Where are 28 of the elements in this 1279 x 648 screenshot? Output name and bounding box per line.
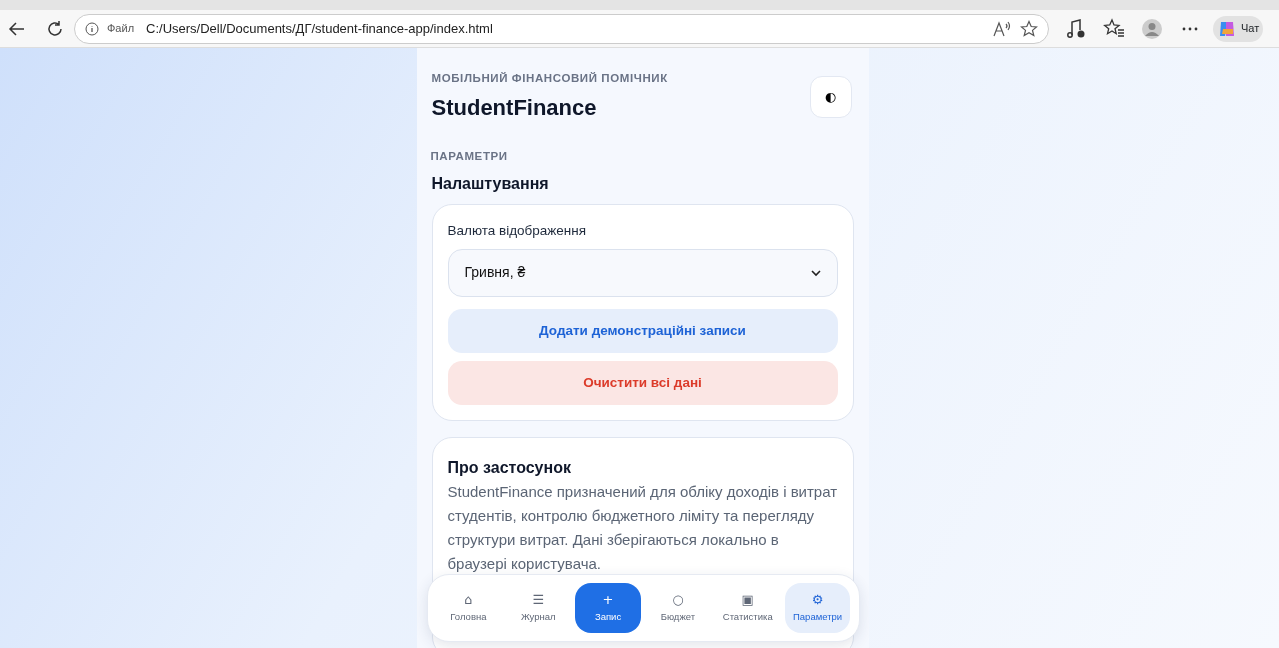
nav-tab[interactable]: ⌂ Головна bbox=[435, 583, 502, 633]
theme-toggle-button[interactable]: ◐ bbox=[809, 76, 852, 119]
field-label: Валюта відображення bbox=[447, 221, 588, 240]
demo-data-button[interactable]: Додати демонстраційні записи bbox=[447, 308, 838, 353]
url-text: C:/Users/Dell/Documents/ДГ/student-finance-app/index.html bbox=[146, 19, 493, 38]
site-label: Файл bbox=[107, 21, 135, 37]
clear-data-button[interactable]: Очистити всі дані bbox=[447, 360, 838, 405]
currency-select[interactable]: Гривня, ₴ bbox=[447, 248, 838, 297]
section-label: ПАРАМЕТРИ bbox=[430, 149, 509, 165]
address-bar[interactable]: Файл C:/Users/Dell/Documents/ДГ/student-finance-app/index.html bbox=[74, 13, 1049, 44]
nav-tab[interactable]: ☰ Журнал bbox=[505, 583, 572, 633]
section-title: Налаштування bbox=[431, 173, 550, 194]
about-text: StudentFinance призначений для обліку доходів і витрат студентів, контролю бюджетного ліміту та перегляду структури витрат. Дані зберігаються локально в браузері користувача. bbox=[447, 481, 838, 574]
chat-button[interactable]: Чат bbox=[1213, 15, 1264, 42]
card-title: Про застосунок bbox=[447, 457, 572, 478]
profile-avatar[interactable] bbox=[1141, 17, 1163, 40]
chevron-icon bbox=[810, 268, 821, 277]
app-title: StudentFinance bbox=[431, 94, 598, 123]
app-subtitle: МОБІЛЬНИЙ ФІНАНСОВИЙ ПОМІЧНИК bbox=[431, 71, 668, 86]
star-icon[interactable] bbox=[1020, 19, 1038, 38]
nav-tab[interactable]: ▣ Статистика bbox=[714, 583, 781, 633]
nav-tab[interactable]: ○ Бюджет bbox=[645, 583, 711, 633]
info-icon bbox=[85, 21, 99, 36]
music-icon[interactable] bbox=[1065, 17, 1087, 40]
add-entry-button[interactable]: + Запис bbox=[575, 583, 641, 633]
favorites-icon[interactable] bbox=[1103, 17, 1125, 40]
nav-tab[interactable]: ⚙ Параметри bbox=[784, 583, 851, 633]
read-aloud-icon[interactable] bbox=[992, 19, 1012, 38]
